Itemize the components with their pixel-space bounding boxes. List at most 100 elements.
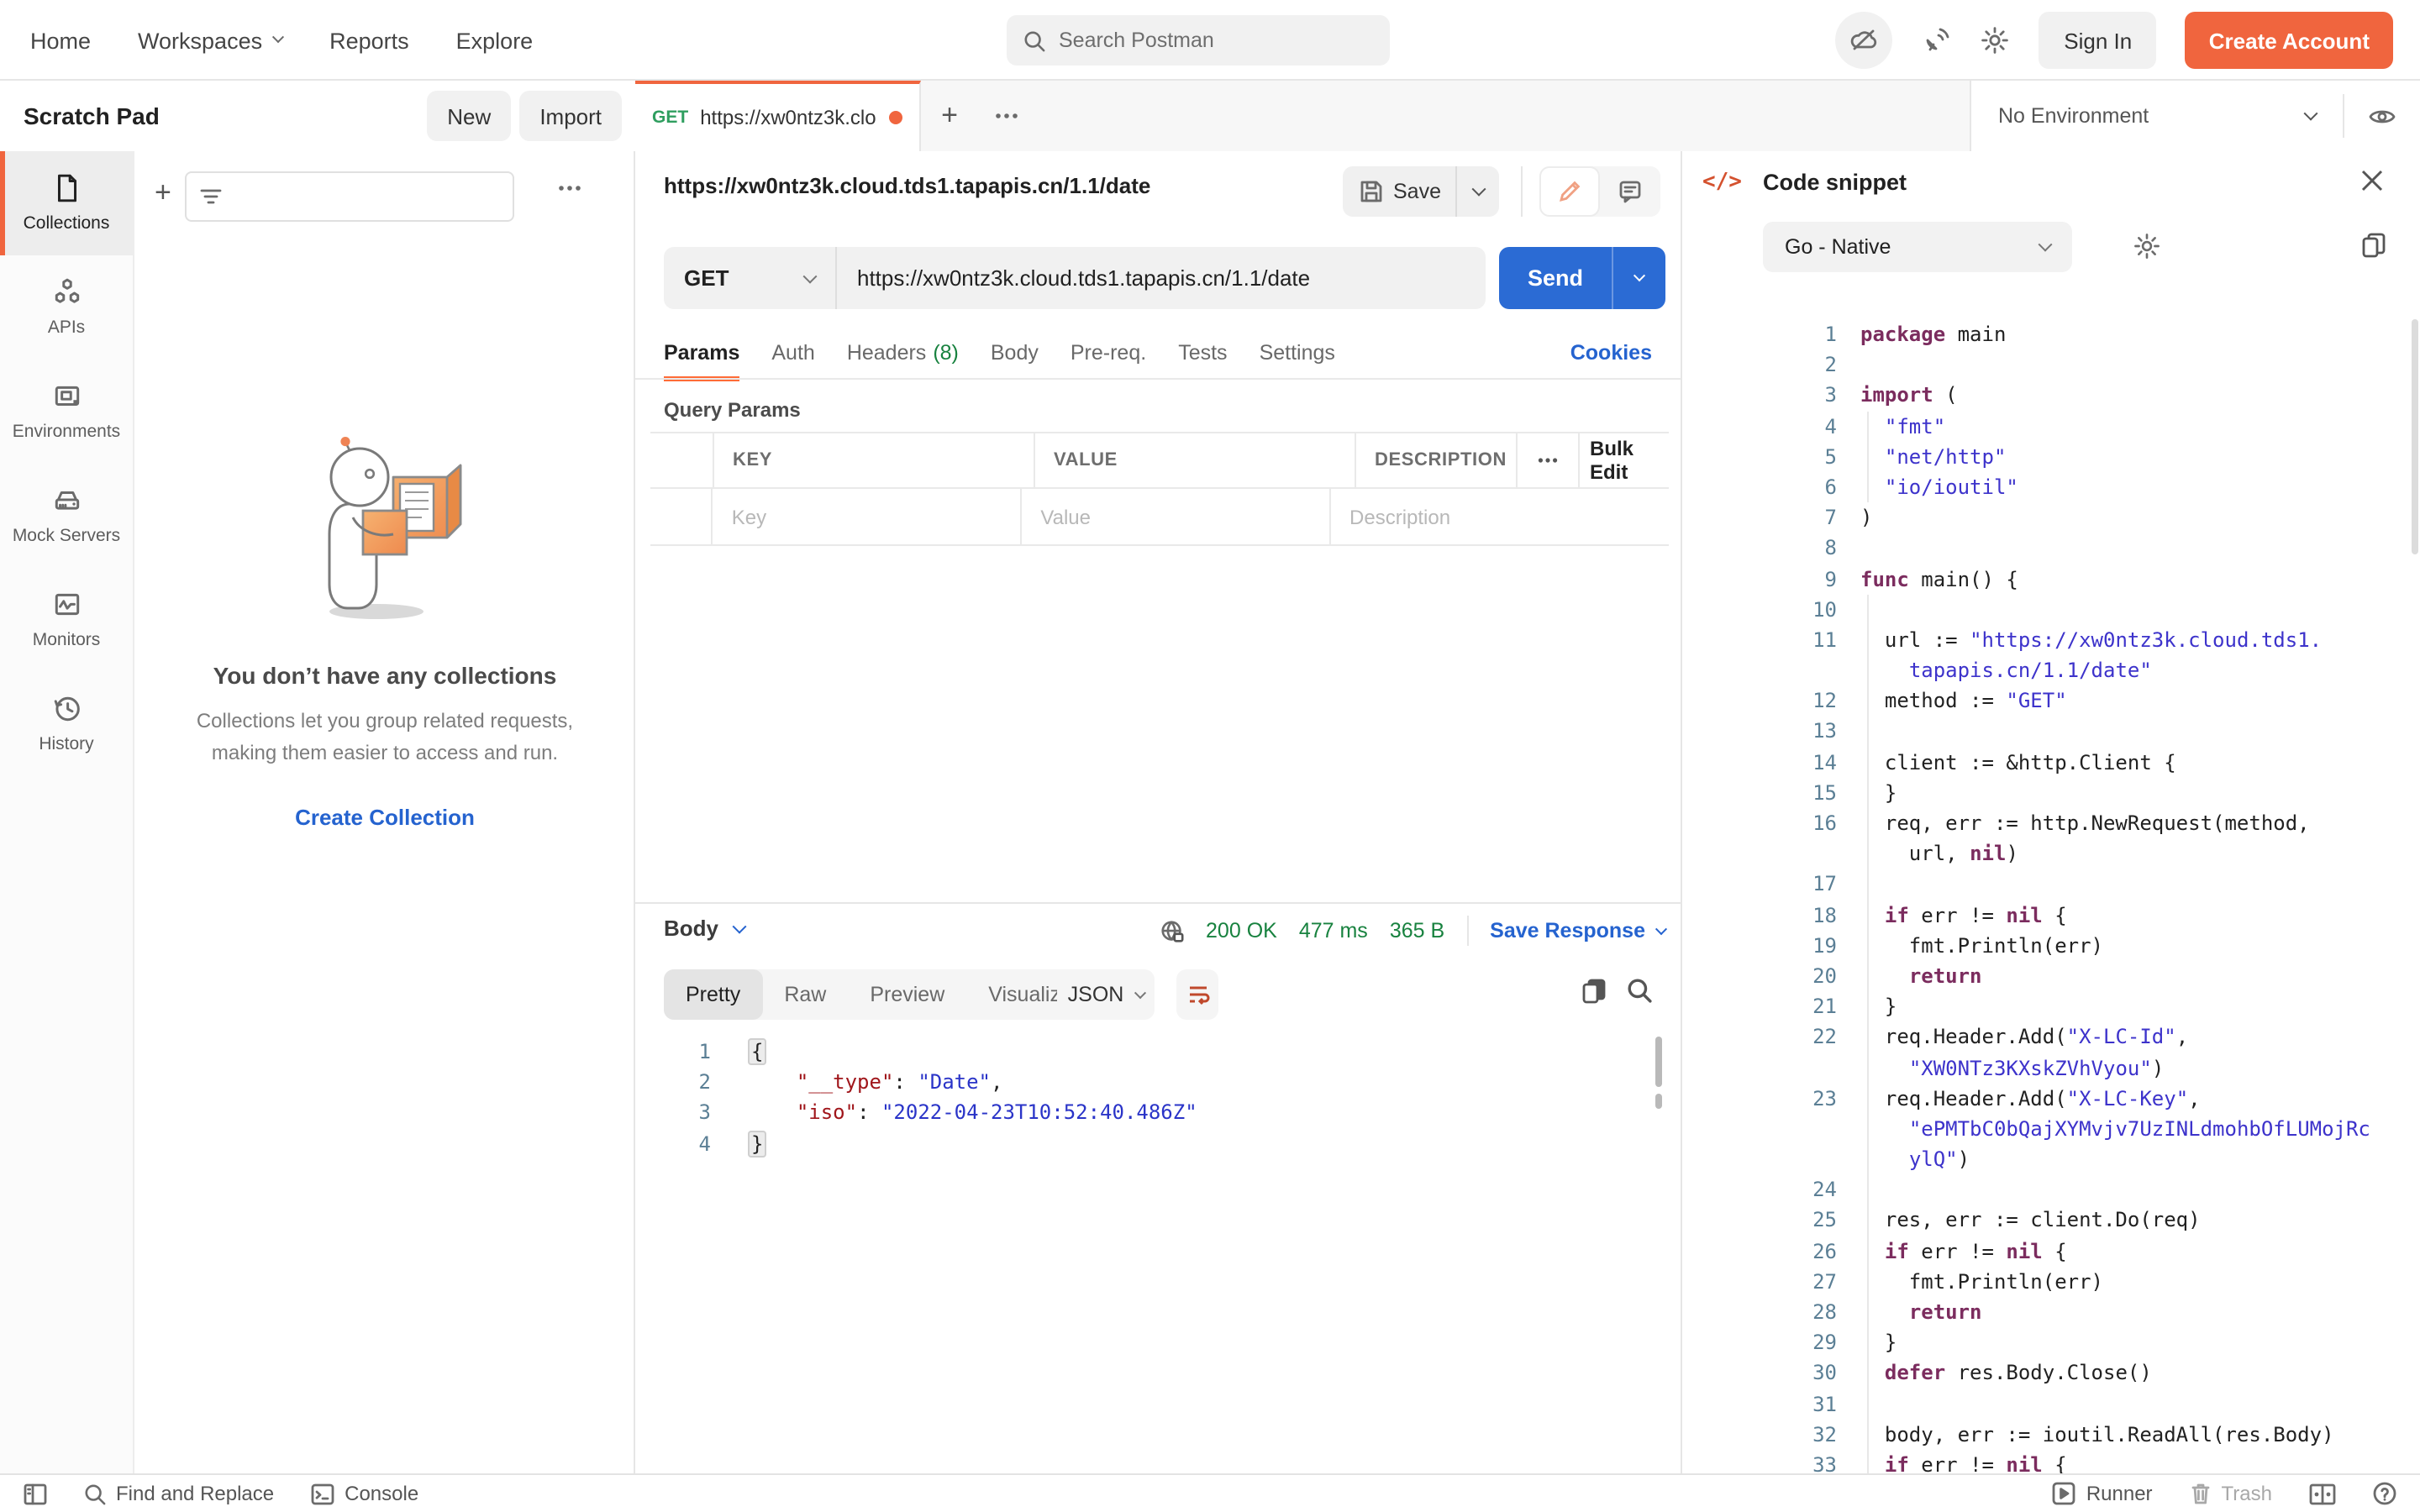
save-options-button[interactable] xyxy=(1455,166,1499,217)
help-button[interactable] xyxy=(2373,1482,2396,1505)
add-collection-button[interactable]: + xyxy=(155,176,171,210)
code-line: if err != nil { xyxy=(1837,1236,2067,1266)
copy-snippet-button[interactable] xyxy=(2361,232,2386,259)
console-button[interactable]: Console xyxy=(311,1482,418,1505)
environment-selector[interactable]: No Environment xyxy=(1971,104,2343,128)
language-selector[interactable]: Go - Native xyxy=(1763,222,2072,272)
url-input[interactable]: https://xw0ntz3k.cloud.tds1.tapapis.cn/1… xyxy=(835,247,1486,309)
sidebar-item-apis[interactable]: APIs xyxy=(0,255,133,360)
create-collection-link[interactable]: Create Collection xyxy=(295,805,475,830)
response-body-viewer[interactable]: 1{2 "__type": "Date",3 "iso": "2022-04-2… xyxy=(664,1037,1639,1159)
search-postman[interactable]: Search Postman xyxy=(1007,15,1390,66)
response-line: 1{ xyxy=(664,1037,1639,1067)
bulk-edit-button[interactable]: Bulk Edit xyxy=(1580,433,1669,487)
view-raw[interactable]: Raw xyxy=(762,969,848,1020)
new-tab-button[interactable]: + xyxy=(921,81,978,151)
tab-tests[interactable]: Tests xyxy=(1178,324,1227,380)
snippet-line: 19 fmt.Println(err) xyxy=(1775,931,2413,961)
view-pretty[interactable]: Pretty xyxy=(664,969,762,1020)
request-tabs: Params Auth Headers(8) Body Pre-req. Tests Set… xyxy=(664,324,1652,380)
send-button[interactable]: Send xyxy=(1499,247,1665,309)
rename-button[interactable] xyxy=(1539,166,1600,217)
response-body-label: Body xyxy=(664,916,718,941)
snippet-settings-button[interactable] xyxy=(2133,232,2161,260)
response-size[interactable]: 365 B xyxy=(1390,919,1444,942)
sign-in-button[interactable]: Sign In xyxy=(2039,12,2157,69)
nav-item-explore[interactable]: Explore xyxy=(456,28,534,53)
new-button[interactable]: New xyxy=(427,91,511,141)
comments-button[interactable] xyxy=(1600,166,1660,217)
code-line xyxy=(1837,1175,1860,1205)
save-button[interactable]: Save xyxy=(1343,166,1499,217)
method-selector[interactable]: GET xyxy=(664,247,835,309)
offline-button[interactable] xyxy=(1836,12,1893,69)
find-and-replace-button[interactable]: Find and Replace xyxy=(84,1482,274,1505)
cookies-link[interactable]: Cookies xyxy=(1570,324,1652,380)
code-line xyxy=(1837,349,1860,380)
code-line xyxy=(1837,717,1860,747)
satellite-icon[interactable] xyxy=(1922,25,1952,55)
tab-auth[interactable]: Auth xyxy=(771,324,814,380)
sidebar-item-mock-servers[interactable]: Mock Servers xyxy=(0,464,133,568)
snippet-line: 23 req.Header.Add("X-LC-Key", xyxy=(1775,1083,2413,1113)
import-button[interactable]: Import xyxy=(519,91,622,141)
response-line: 4} xyxy=(664,1128,1639,1158)
line-number: 22 xyxy=(1775,1022,1837,1053)
send-options-button[interactable] xyxy=(1612,247,1665,309)
sidebar-nav: CollectionsAPIsEnvironmentsMock ServersM… xyxy=(0,151,134,1473)
save-disk-icon xyxy=(1360,180,1383,203)
save-response-button[interactable]: Save Response xyxy=(1490,919,1665,942)
snippet-line: 14 client := &http.Client { xyxy=(1775,747,2413,777)
create-account-button[interactable]: Create Account xyxy=(2186,12,2393,69)
code-snippet-viewer[interactable]: 1package main23import (4 "fmt"5 "net/htt… xyxy=(1775,319,2413,1473)
wrap-text-button[interactable] xyxy=(1176,969,1218,1020)
tab-params[interactable]: Params xyxy=(664,324,739,380)
copy-icon[interactable] xyxy=(1581,978,1607,1005)
search-response-icon[interactable] xyxy=(1627,978,1652,1003)
sidebar-item-history[interactable]: History xyxy=(0,672,133,776)
code-line: "__type": "Date", xyxy=(711,1067,1003,1097)
sidebar-item-collections[interactable]: Collections xyxy=(0,151,133,255)
search-icon xyxy=(84,1483,106,1504)
split-panes-button[interactable] xyxy=(2309,1483,2336,1504)
code-line: ) xyxy=(1837,502,1872,533)
tab-body[interactable]: Body xyxy=(991,324,1039,380)
trash-button[interactable]: Trash xyxy=(2190,1482,2272,1505)
response-body-selector[interactable]: Body xyxy=(664,916,744,941)
toggle-sidebar-button[interactable] xyxy=(24,1483,47,1504)
code-line xyxy=(1837,1389,1860,1419)
nav-item-home[interactable]: Home xyxy=(30,28,91,53)
sidebar-item-environments[interactable]: Environments xyxy=(0,360,133,464)
nav-item-workspaces[interactable]: Workspaces xyxy=(138,28,282,53)
view-preview[interactable]: Preview xyxy=(848,969,966,1020)
sidebar-more-button[interactable] xyxy=(558,185,581,192)
status-badge[interactable]: 200 OK xyxy=(1206,919,1277,942)
more-dots-icon xyxy=(995,113,1018,119)
url-value: https://xw0ntz3k.cloud.tds1.tapapis.cn/1… xyxy=(857,265,1310,291)
runner-button[interactable]: Runner xyxy=(2053,1482,2153,1505)
tab-pre-req-[interactable]: Pre-req. xyxy=(1071,324,1146,380)
code-panel-scrollbar[interactable] xyxy=(2412,319,2418,554)
snippet-line: 21 } xyxy=(1775,991,2413,1021)
format-selector[interactable]: JSON xyxy=(1057,969,1155,1020)
column-options-button[interactable] xyxy=(1518,433,1580,487)
value-input[interactable]: Value xyxy=(1020,489,1329,544)
settings-gear-icon[interactable] xyxy=(1981,25,2011,55)
snippet-line: 31 xyxy=(1775,1389,2413,1419)
nav-item-reports[interactable]: Reports xyxy=(329,28,409,53)
sidebar-item-monitors[interactable]: Monitors xyxy=(0,568,133,672)
close-panel-button[interactable] xyxy=(2361,170,2383,192)
snippet-line: 29 } xyxy=(1775,1327,2413,1357)
tab-options-button[interactable] xyxy=(978,81,1035,151)
tab-headers[interactable]: Headers(8) xyxy=(847,324,959,380)
response-time[interactable]: 477 ms xyxy=(1299,919,1368,942)
snippet-line: 33 if err != nil { xyxy=(1775,1450,2413,1473)
tab-settings[interactable]: Settings xyxy=(1260,324,1335,380)
chevron-down-icon xyxy=(272,30,284,42)
request-tab[interactable]: GET https://xw0ntz3k.clouc xyxy=(635,81,921,151)
description-input[interactable]: Description xyxy=(1329,489,1632,544)
filter-input[interactable] xyxy=(185,171,514,222)
code-icon: </> xyxy=(1702,170,1742,195)
environment-quick-look[interactable] xyxy=(2343,94,2420,138)
key-input[interactable]: Key xyxy=(712,489,1021,544)
